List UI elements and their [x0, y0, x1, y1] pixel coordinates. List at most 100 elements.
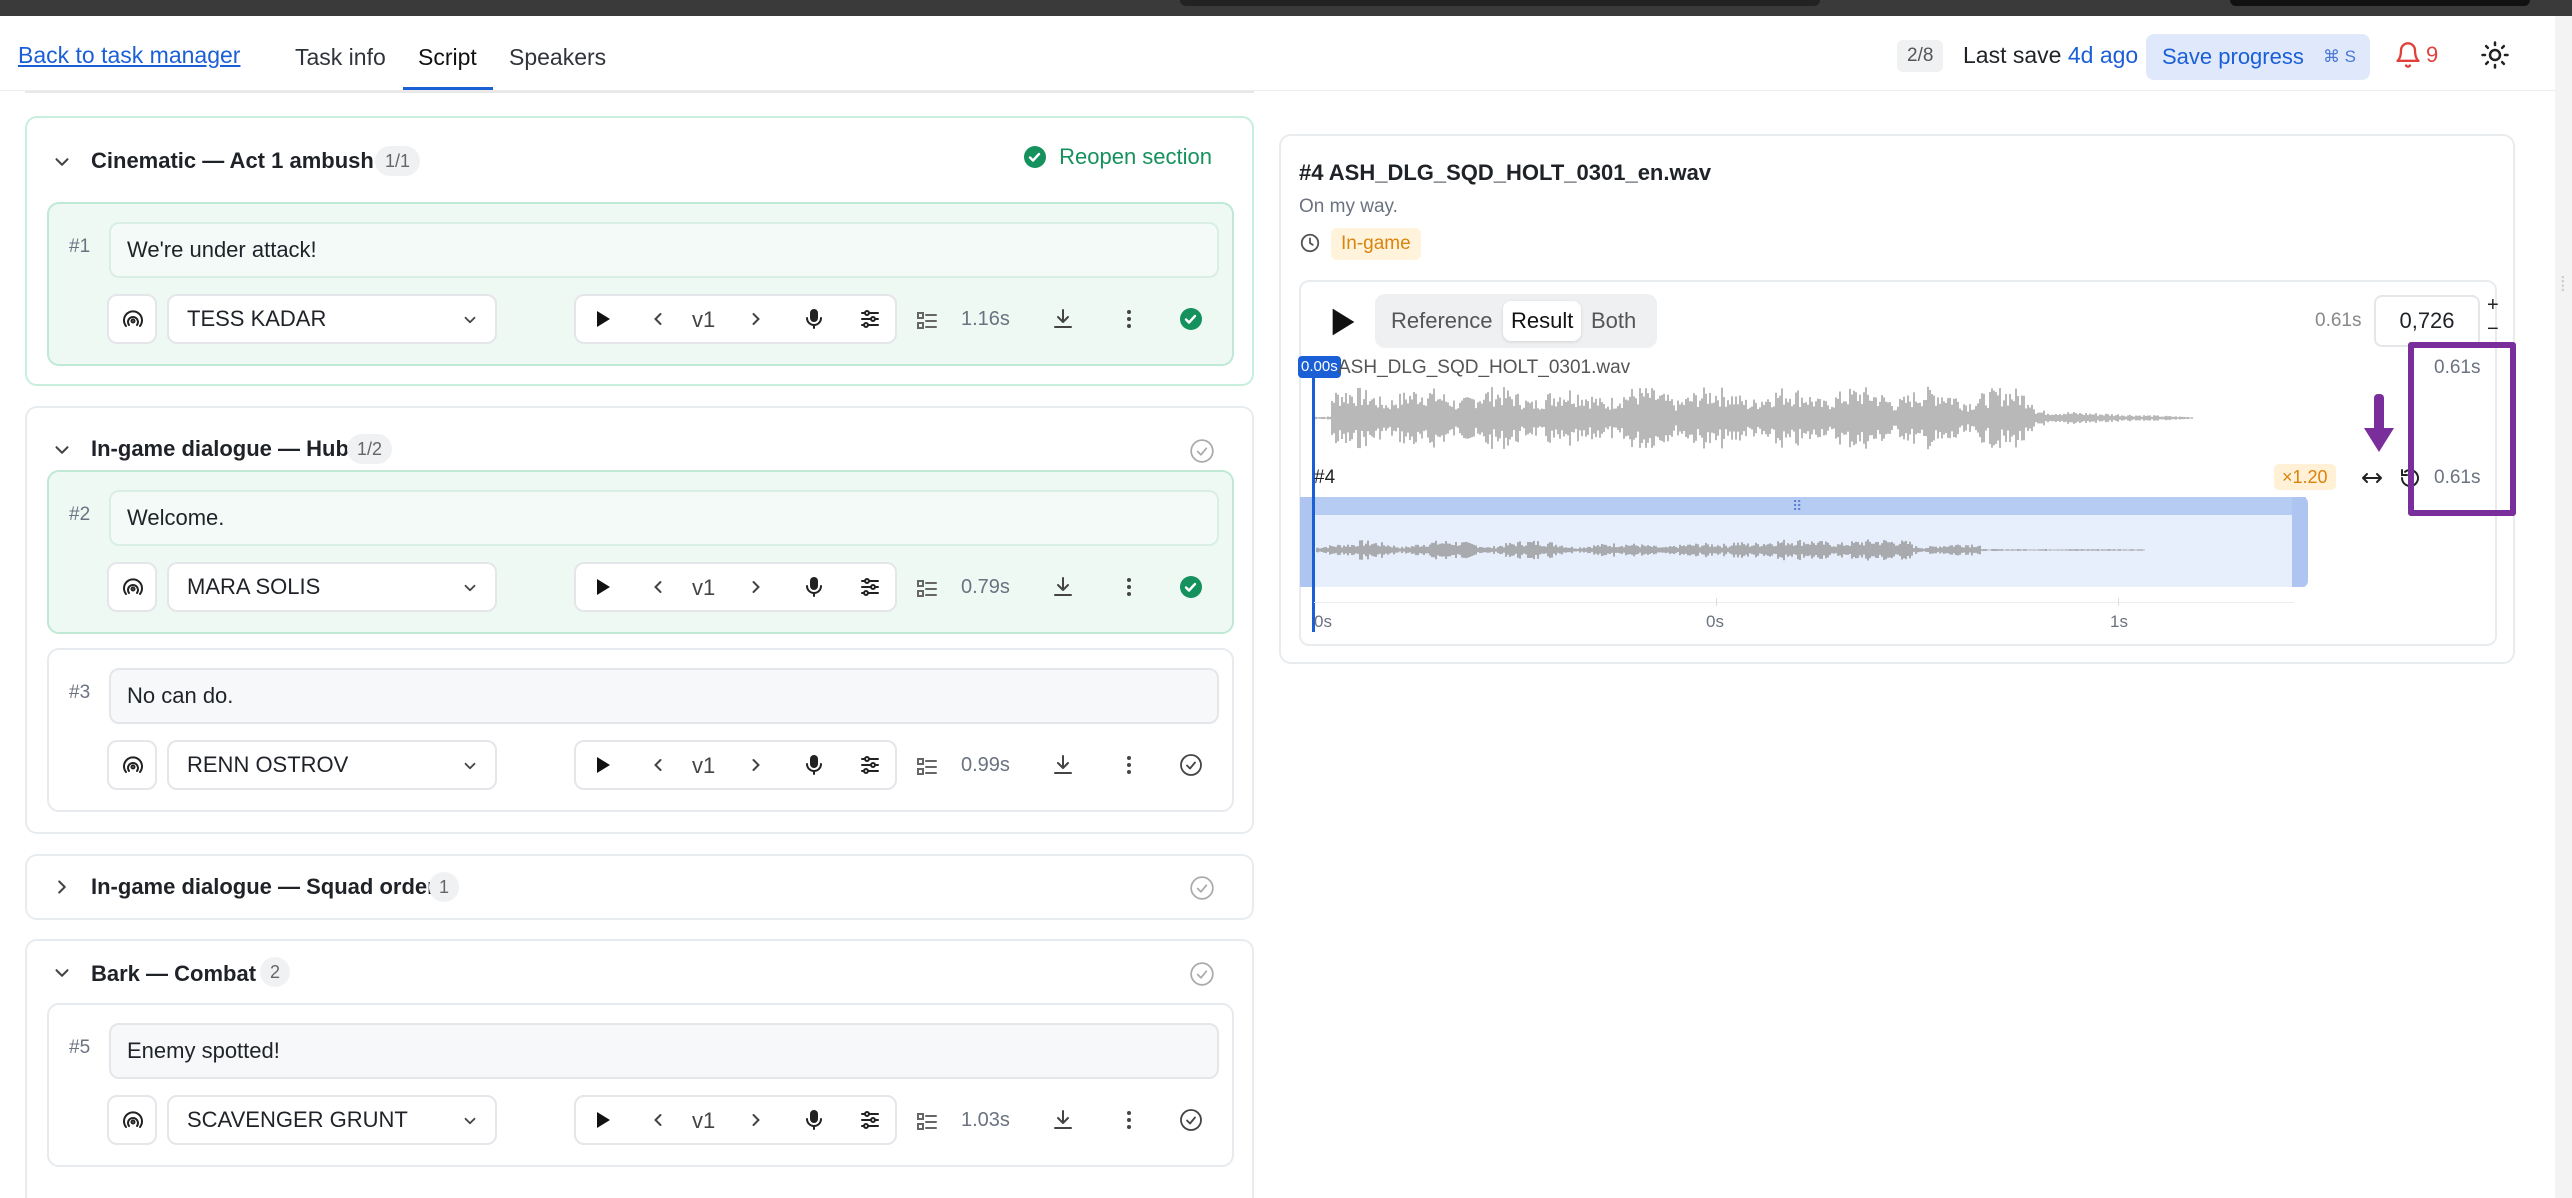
reference-track-label: ASH_DLG_SQD_HOLT_0301.wav [1338, 357, 1631, 378]
chevron-left-icon[interactable] [648, 309, 668, 329]
voice-button[interactable] [107, 740, 157, 790]
chevron-right-icon[interactable] [746, 755, 766, 775]
playhead-time: 0.00s [1298, 356, 1341, 378]
speaker-select[interactable]: RENN OSTROV [167, 740, 497, 790]
microphone-icon[interactable] [802, 753, 826, 777]
section-badge: 1/2 [347, 434, 393, 464]
sliders-icon[interactable] [858, 307, 882, 331]
line-text-field[interactable]: Welcome. [109, 490, 1219, 546]
list-icon[interactable] [915, 755, 939, 779]
tab-speakers[interactable]: Speakers [509, 44, 606, 71]
mode-both-button[interactable]: Both [1583, 301, 1644, 341]
list-icon[interactable] [915, 1110, 939, 1134]
play-icon[interactable] [590, 1108, 614, 1132]
chevron-down-icon[interactable] [51, 151, 73, 173]
chevron-right-icon[interactable] [51, 876, 73, 898]
result-waveform [1316, 539, 2145, 561]
save-progress-button[interactable]: Save progress ⌘ S [2146, 34, 2370, 80]
section-title[interactable]: Bark — Combat [91, 961, 256, 987]
check-circle-filled-icon[interactable] [1179, 575, 1203, 599]
scrollbar[interactable] [2555, 16, 2572, 1198]
play-icon[interactable] [590, 753, 614, 777]
speed-badge: ×1.20 [2274, 464, 2336, 490]
notifications-button[interactable]: 9 [2394, 40, 2450, 74]
line-text-field[interactable]: Enemy spotted! [109, 1023, 1219, 1079]
voice-button[interactable] [107, 294, 157, 344]
check-circle-outline-icon[interactable] [1189, 961, 1215, 987]
line-number: #1 [69, 236, 91, 257]
chevron-down-icon [464, 584, 476, 592]
sliders-icon[interactable] [858, 1108, 882, 1132]
speaker-select[interactable]: SCAVENGER GRUNT [167, 1095, 497, 1145]
tab-script[interactable]: Script [418, 44, 477, 71]
drag-handle-icon[interactable]: ⠿ [1792, 498, 1802, 515]
take-duration: 0.99s [961, 754, 1010, 776]
rate-input[interactable]: 0,726 [2374, 295, 2480, 347]
microphone-icon[interactable] [802, 575, 826, 599]
section-divider [25, 91, 1254, 93]
mode-reference-button[interactable]: Reference [1383, 301, 1501, 341]
section-title[interactable]: In-game dialogue — Squad order [91, 874, 436, 900]
chevron-down-icon [464, 1117, 476, 1125]
clip-trim-handle-left[interactable] [1300, 497, 1312, 587]
playhead[interactable] [1312, 356, 1315, 632]
stretch-icon[interactable] [2360, 466, 2384, 490]
more-vertical-icon[interactable] [1117, 1108, 1141, 1132]
line-text-field[interactable]: We're under attack! [109, 222, 1219, 278]
check-circle-filled-icon[interactable] [1179, 307, 1203, 331]
download-icon[interactable] [1051, 575, 1075, 599]
chevron-right-icon[interactable] [746, 1110, 766, 1130]
more-vertical-icon[interactable] [1117, 753, 1141, 777]
take-version: v1 [692, 307, 716, 332]
script-line: #5 Enemy spotted! SCAVENGER GRUNT v1 1.0… [47, 1003, 1234, 1167]
section-title[interactable]: In-game dialogue — Hub [91, 436, 349, 462]
scrollbar-thumb[interactable]: ⁞ [2560, 274, 2566, 297]
line-text-field[interactable]: No can do. [109, 668, 1219, 724]
section-bark-combat: Bark — Combat 2 #5 Enemy spotted! SCAVEN… [25, 939, 1254, 1198]
speaker-select[interactable]: TESS KADAR [167, 294, 497, 344]
last-save-ago: 4d ago [2067, 42, 2139, 68]
chevron-left-icon[interactable] [648, 1110, 668, 1130]
chevron-down-icon[interactable] [51, 439, 73, 461]
chevron-left-icon[interactable] [648, 755, 668, 775]
more-vertical-icon[interactable] [1117, 575, 1141, 599]
microphone-icon[interactable] [802, 1108, 826, 1132]
tab-task-info[interactable]: Task info [295, 44, 386, 71]
take-version: v1 [692, 575, 716, 600]
rate-decrement-button[interactable]: − [2487, 318, 2499, 341]
download-icon[interactable] [1051, 1108, 1075, 1132]
chevron-down-icon[interactable] [51, 962, 73, 984]
section-title[interactable]: Cinematic — Act 1 ambush [91, 148, 374, 174]
clock-icon [1300, 233, 1320, 253]
more-vertical-icon[interactable] [1117, 307, 1141, 331]
mode-result-button[interactable]: Result [1503, 301, 1582, 341]
check-circle-outline-icon[interactable] [1189, 875, 1215, 901]
check-circle-outline-icon[interactable] [1179, 753, 1203, 777]
chevron-right-icon[interactable] [746, 309, 766, 329]
download-icon[interactable] [1051, 753, 1075, 777]
sliders-icon[interactable] [858, 753, 882, 777]
clip-trim-handle-right[interactable] [2292, 497, 2308, 587]
check-circle-outline-icon[interactable] [1189, 438, 1215, 464]
back-to-task-manager-link[interactable]: Back to task manager [18, 42, 240, 69]
microphone-icon[interactable] [802, 307, 826, 331]
rate-increment-button[interactable]: + [2487, 294, 2499, 317]
play-icon[interactable] [1321, 302, 1361, 342]
download-icon[interactable] [1051, 307, 1075, 331]
result-clip-drag-bar[interactable] [1300, 497, 2306, 515]
chevron-left-icon[interactable] [648, 577, 668, 597]
voice-button[interactable] [107, 562, 157, 612]
list-icon[interactable] [915, 309, 939, 333]
sliders-icon[interactable] [858, 575, 882, 599]
play-icon[interactable] [590, 307, 614, 331]
bell-icon [2396, 42, 2420, 68]
chevron-right-icon[interactable] [746, 577, 766, 597]
voice-button[interactable] [107, 1095, 157, 1145]
speaker-select[interactable]: MARA SOLIS [167, 562, 497, 612]
theme-toggle[interactable] [2480, 40, 2514, 74]
play-icon[interactable] [590, 575, 614, 599]
list-icon[interactable] [915, 577, 939, 601]
reopen-section-button[interactable]: Reopen section [1024, 144, 1212, 170]
take-toolbar: v1 [574, 562, 897, 612]
check-circle-outline-icon[interactable] [1179, 1108, 1203, 1132]
